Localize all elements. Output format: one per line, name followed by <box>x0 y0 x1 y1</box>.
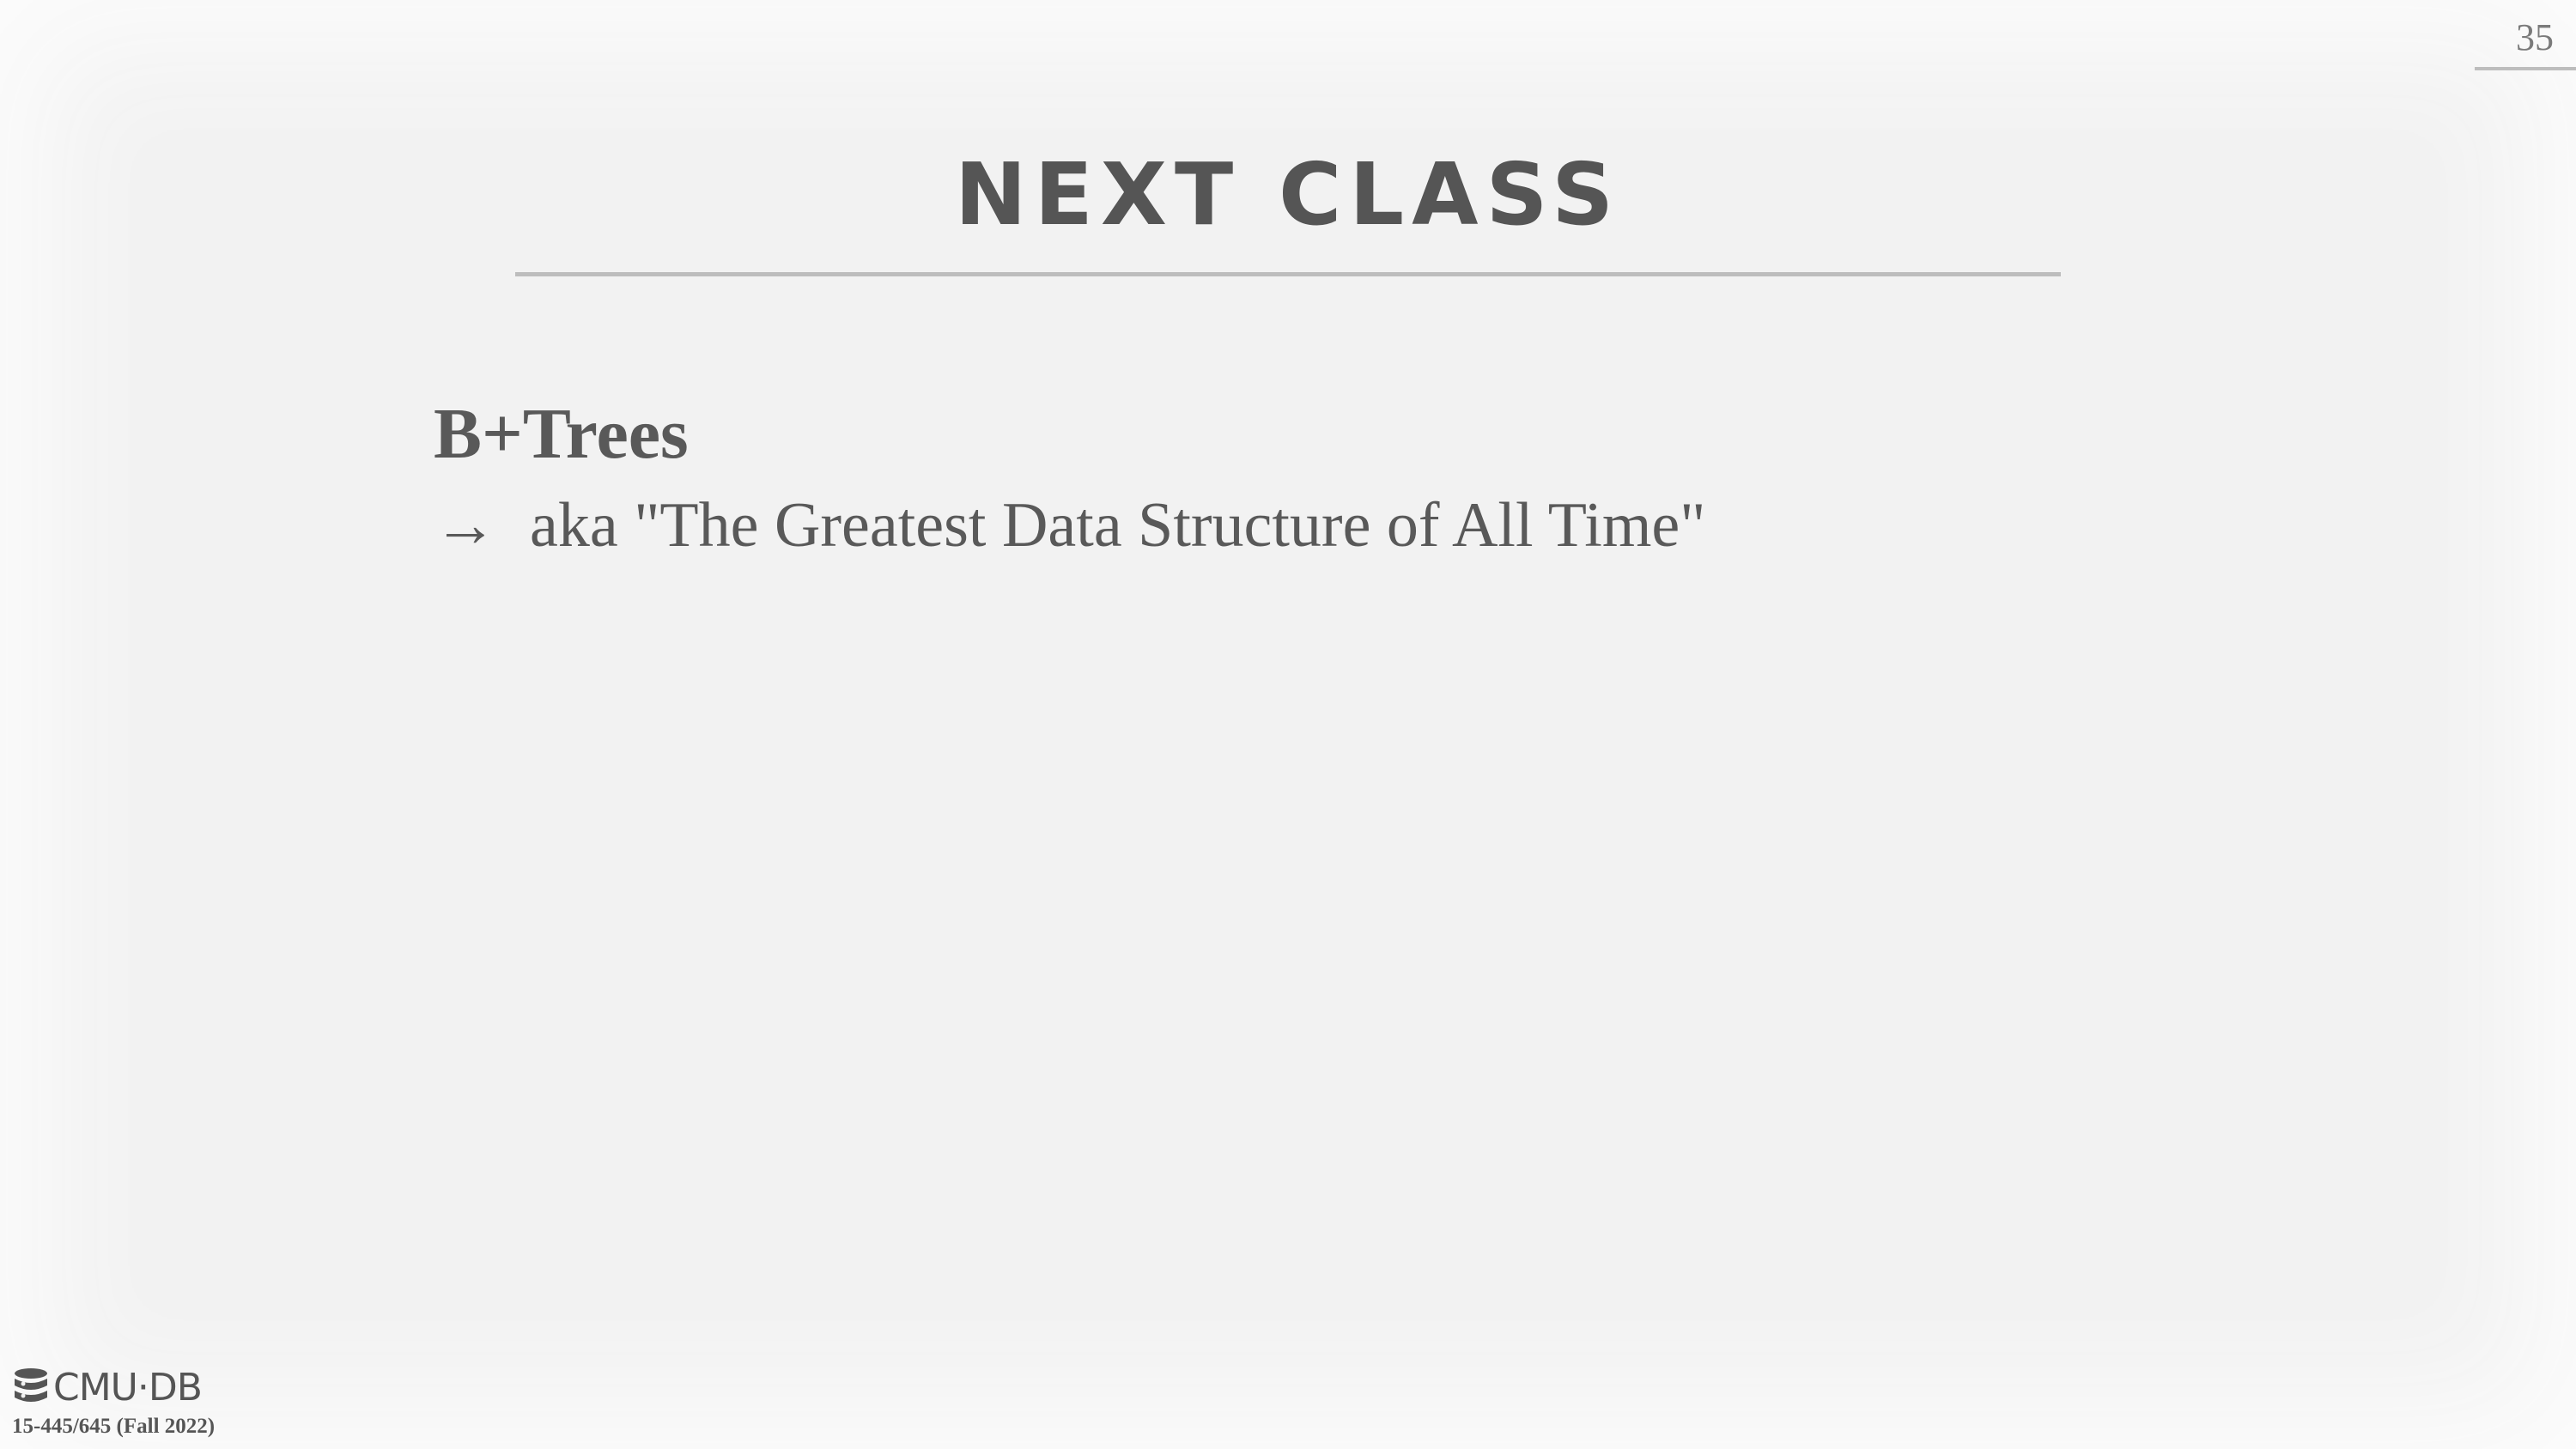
sub-bullet-text: aka "The Greatest Data Structure of All … <box>530 490 1706 561</box>
slide-content: B+Trees → aka "The Greatest Data Structu… <box>434 388 2409 570</box>
cmu-db-logo: CMU·DB <box>12 1365 203 1410</box>
slide-title: NEXT CLASS <box>954 144 1622 245</box>
slide: 35 NEXT CLASS B+Trees → aka "The Greates… <box>0 0 2576 1449</box>
course-label: 15-445/645 (Fall 2022) <box>12 1415 216 1438</box>
logo-text: CMU·DB <box>53 1365 203 1410</box>
page-number: 35 <box>2516 16 2554 58</box>
title-divider <box>515 272 2061 276</box>
bullet-heading: B+Trees <box>434 394 689 474</box>
sub-bullet-item: → aka "The Greatest Data Structure of Al… <box>434 481 2409 570</box>
database-icon <box>12 1367 50 1409</box>
arrow-bullet-icon: → <box>434 490 497 561</box>
page-number-rule <box>2475 67 2576 70</box>
